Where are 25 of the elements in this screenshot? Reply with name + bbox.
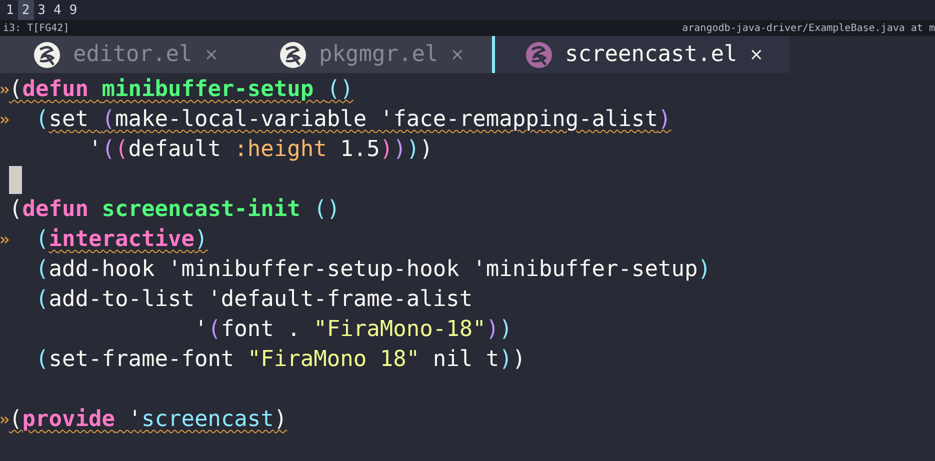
code-line: (set-frame-font "FiraMono 18" nil t)) <box>34 346 526 374</box>
lambda-logo-icon <box>33 40 61 68</box>
code-line: (add-hook 'minibuffer-setup-hook 'minibuffer-setup) <box>34 256 712 284</box>
tab-label: screencast.el <box>565 42 738 67</box>
code-line: (defun minibuffer-setup () <box>9 76 354 104</box>
lambda-logo-icon <box>525 40 553 68</box>
tab-label: editor.el <box>73 42 192 67</box>
code-line: (provide 'screencast) <box>9 406 288 434</box>
code-line: (defun screencast-init () <box>9 196 340 224</box>
window-title: i3: T[FG42] <box>3 22 70 34</box>
tab-label: pkgmgr.el <box>319 42 438 67</box>
code-line: (add-to-list 'default-frame-alist <box>34 286 473 314</box>
editor-tab[interactable]: screencast.el × <box>492 36 790 73</box>
workspace-button[interactable]: 9 <box>65 0 82 20</box>
workspace-button[interactable]: 4 <box>49 0 66 20</box>
lambda-logo-icon <box>279 40 307 68</box>
code-line: (interactive) <box>34 226 208 254</box>
workspace-button[interactable]: 3 <box>34 0 50 20</box>
code-line: (set (make-local-variable 'face-remapping-alist) <box>34 106 672 134</box>
close-button[interactable]: × <box>749 44 764 64</box>
code-line: '(font . "FiraMono-18")) <box>193 316 512 344</box>
window-title: arangodb-java-driver/ExampleBase.java at m <box>682 22 935 34</box>
code-line: '((default :height 1.5)))) <box>87 136 433 164</box>
workspace-button[interactable]: 1 <box>2 0 18 20</box>
workspace-button[interactable]: 2 <box>18 0 34 20</box>
